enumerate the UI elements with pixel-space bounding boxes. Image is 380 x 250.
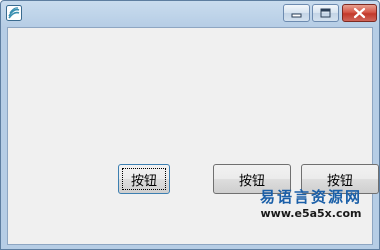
minimize-icon xyxy=(291,13,302,18)
minimize-button[interactable] xyxy=(283,4,310,22)
maximize-button[interactable] xyxy=(312,4,339,22)
app-window: 按钮 按钮 按钮 易语言资源网 www.e5a5x.com xyxy=(0,0,380,250)
app-icon[interactable] xyxy=(6,5,22,21)
close-icon xyxy=(353,7,366,19)
watermark-url: www.e5a5x.com xyxy=(260,207,362,220)
maximize-icon xyxy=(320,8,331,18)
watermark-text: 易语言资源网 xyxy=(259,188,362,206)
title-bar[interactable] xyxy=(1,1,379,27)
watermark: 易语言资源网 www.e5a5x.com xyxy=(251,188,371,222)
close-button[interactable] xyxy=(342,4,377,22)
button-1[interactable]: 按钮 xyxy=(118,164,170,194)
